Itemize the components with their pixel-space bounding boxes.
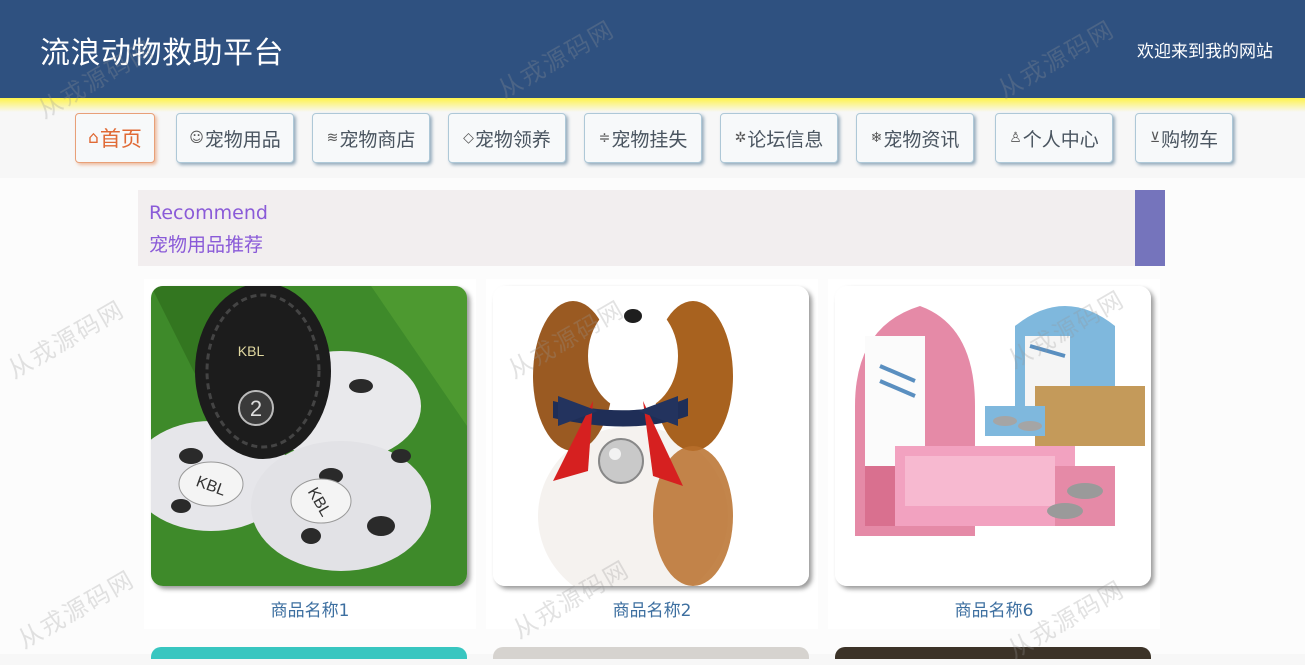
- user-icon: ♙: [1009, 130, 1022, 146]
- product-name[interactable]: 商品名称1: [144, 596, 476, 621]
- settings-icon: ✲: [734, 130, 747, 146]
- welcome-text: 欢迎来到我的网站: [1137, 42, 1273, 62]
- palette-icon: ☺: [189, 130, 204, 146]
- recommend-title-en: Recommend: [149, 202, 268, 224]
- nav-pet-store[interactable]: ≋ 宠物商店: [312, 113, 430, 163]
- nav-label: 论坛信息: [747, 128, 824, 151]
- product-image-row2[interactable]: [835, 647, 1151, 659]
- svg-text:2: 2: [250, 396, 262, 421]
- nav-label: 宠物商店: [339, 128, 416, 151]
- header-glow: [0, 98, 1305, 112]
- site-title[interactable]: 流浪动物救助平台: [40, 28, 284, 72]
- nav-label: 首页: [99, 127, 142, 151]
- product-image[interactable]: [835, 286, 1151, 586]
- main-nav: ⌂ 首页 ☺ 宠物用品 ≋ 宠物商店 ◇ 宠物领养 ≑ 宠物挂失 ✲ 论坛信息 …: [0, 112, 1305, 178]
- nav-label: 购物车: [1161, 128, 1219, 151]
- nav-user-center[interactable]: ♙ 个人中心: [995, 113, 1113, 163]
- svg-text:KBL: KBL: [238, 343, 265, 359]
- recommend-accent-bar: [1135, 190, 1165, 266]
- nav-label: 宠物领养: [474, 128, 551, 151]
- nav-label: 宠物用品: [204, 128, 281, 151]
- layers-icon: ≋: [326, 130, 339, 146]
- nav-cart[interactable]: ⊻ 购物车: [1135, 113, 1233, 163]
- nav-label: 宠物挂失: [611, 128, 688, 151]
- recommend-banner: Recommend 宠物用品推荐: [138, 190, 1165, 266]
- product-image-row2[interactable]: [493, 647, 809, 659]
- nav-pet-news[interactable]: ❄ 宠物资讯: [856, 113, 974, 163]
- home-icon: ⌂: [88, 128, 99, 148]
- nav-pet-adoption[interactable]: ◇ 宠物领养: [448, 113, 566, 163]
- product-image[interactable]: [493, 286, 809, 586]
- nav-pet-supplies[interactable]: ☺ 宠物用品: [176, 113, 294, 163]
- sliders-icon: ≑: [598, 130, 611, 146]
- product-image[interactable]: 2 KBL KBL KBL: [151, 286, 467, 586]
- product-card[interactable]: 商品名称2: [486, 279, 818, 629]
- cart-icon: ⊻: [1149, 130, 1161, 146]
- product-image-row2[interactable]: [151, 647, 467, 659]
- nav-label: 个人中心: [1022, 128, 1099, 151]
- product-name[interactable]: 商品名称2: [486, 596, 818, 621]
- snowflake-icon: ❄: [870, 130, 883, 146]
- nav-label: 宠物资讯: [883, 128, 960, 151]
- recommend-title-cn: 宠物用品推荐: [149, 234, 264, 256]
- product-name[interactable]: 商品名称6: [828, 596, 1160, 621]
- product-card[interactable]: 2 KBL KBL KBL 商品名称1: [144, 279, 476, 629]
- product-card[interactable]: 商品名称6: [828, 279, 1160, 629]
- nav-home[interactable]: ⌂ 首页: [75, 113, 155, 163]
- tag-icon: ◇: [463, 130, 474, 146]
- site-header: 流浪动物救助平台 欢迎来到我的网站: [0, 0, 1305, 98]
- nav-forum[interactable]: ✲ 论坛信息: [720, 113, 838, 163]
- nav-lost-pet[interactable]: ≑ 宠物挂失: [584, 113, 702, 163]
